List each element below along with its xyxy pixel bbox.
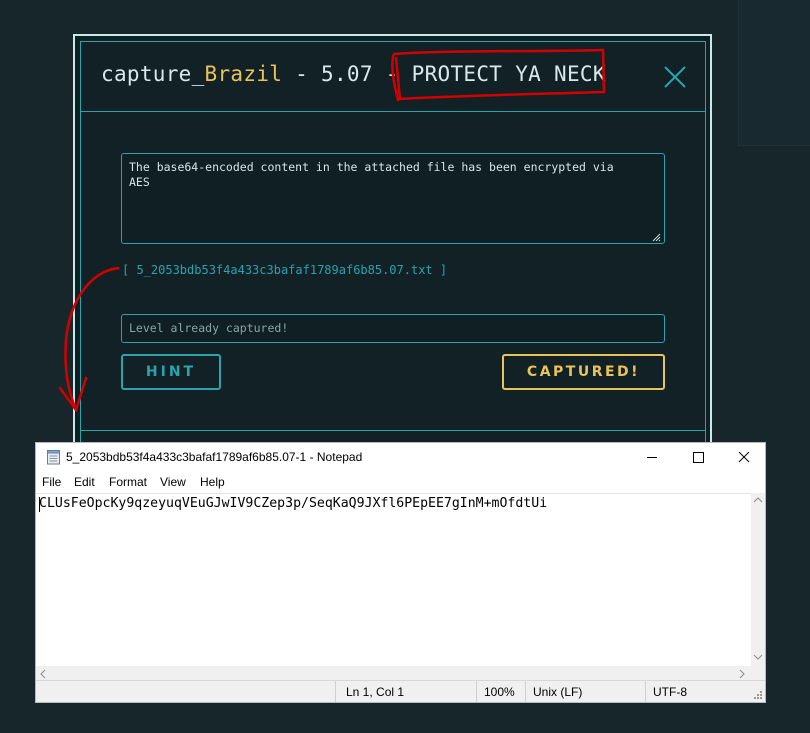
- background-panel: [738, 0, 810, 146]
- title-suffix: - 5.07 - PROTECT YA NECK: [282, 62, 606, 86]
- notepad-statusbar: Ln 1, Col 1 100% Unix (LF) UTF-8: [36, 680, 765, 702]
- menu-view[interactable]: View: [160, 475, 186, 489]
- minimize-icon[interactable]: [629, 443, 675, 471]
- status-divider: [476, 681, 477, 702]
- notepad-icon: [47, 450, 60, 465]
- status-divider: [645, 681, 646, 702]
- notepad-content: CLUsFeOpcKy9qzeyuqVEuGJwIV9CZep3p/SeqKaQ…: [39, 496, 548, 511]
- attachment-link[interactable]: [ 5_2053bdb53f4a433c3bafaf1789af6b85.07.…: [122, 263, 447, 277]
- close-window-icon[interactable]: [721, 443, 767, 471]
- scroll-down-icon[interactable]: [753, 653, 763, 661]
- menu-help[interactable]: Help: [200, 475, 225, 489]
- notepad-titlebar[interactable]: 5_2053bdb53f4a433c3bafaf1789af6b85.07-1 …: [36, 443, 765, 471]
- modal-title: capture_Brazil - 5.07 - PROTECT YA NECK: [101, 62, 606, 86]
- scrollbar-corner: [751, 666, 765, 680]
- modal-footer-divider: [80, 430, 706, 431]
- hint-button[interactable]: HINT: [121, 354, 221, 390]
- status-divider: [525, 681, 526, 702]
- challenge-description[interactable]: The base64-encoded content in the attach…: [121, 153, 665, 244]
- title-country: Brazil: [204, 62, 283, 86]
- status-encoding: UTF-8: [653, 685, 687, 699]
- title-prefix: capture_: [101, 62, 205, 86]
- scroll-up-icon[interactable]: [753, 496, 763, 504]
- notepad-title: 5_2053bdb53f4a433c3bafaf1789af6b85.07-1 …: [66, 450, 363, 464]
- menu-format[interactable]: Format: [109, 475, 147, 489]
- resize-grip-icon[interactable]: [753, 690, 763, 700]
- menu-file[interactable]: File: [42, 475, 61, 489]
- maximize-icon[interactable]: [675, 443, 721, 471]
- scroll-left-icon[interactable]: [39, 669, 47, 679]
- notepad-text-area[interactable]: CLUsFeOpcKy9qzeyuqVEuGJwIV9CZep3p/SeqKaQ…: [36, 493, 751, 667]
- status-zoom: 100%: [484, 685, 515, 699]
- captured-button[interactable]: CAPTURED!: [502, 354, 665, 390]
- notepad-menubar: File Edit Format View Help: [36, 471, 765, 493]
- resize-grip-icon[interactable]: [652, 233, 661, 242]
- horizontal-scrollbar[interactable]: [36, 666, 751, 680]
- vertical-scrollbar[interactable]: [751, 493, 765, 666]
- scroll-right-icon[interactable]: [738, 669, 746, 679]
- flag-input[interactable]: Level already captured!: [121, 314, 665, 343]
- close-icon[interactable]: [660, 62, 690, 92]
- notepad-window: 5_2053bdb53f4a433c3bafaf1789af6b85.07-1 …: [35, 442, 766, 703]
- status-line-endings: Unix (LF): [533, 685, 583, 699]
- status-position: Ln 1, Col 1: [346, 685, 405, 699]
- status-divider: [335, 681, 336, 702]
- menu-edit[interactable]: Edit: [74, 475, 95, 489]
- text-caret: [39, 497, 40, 512]
